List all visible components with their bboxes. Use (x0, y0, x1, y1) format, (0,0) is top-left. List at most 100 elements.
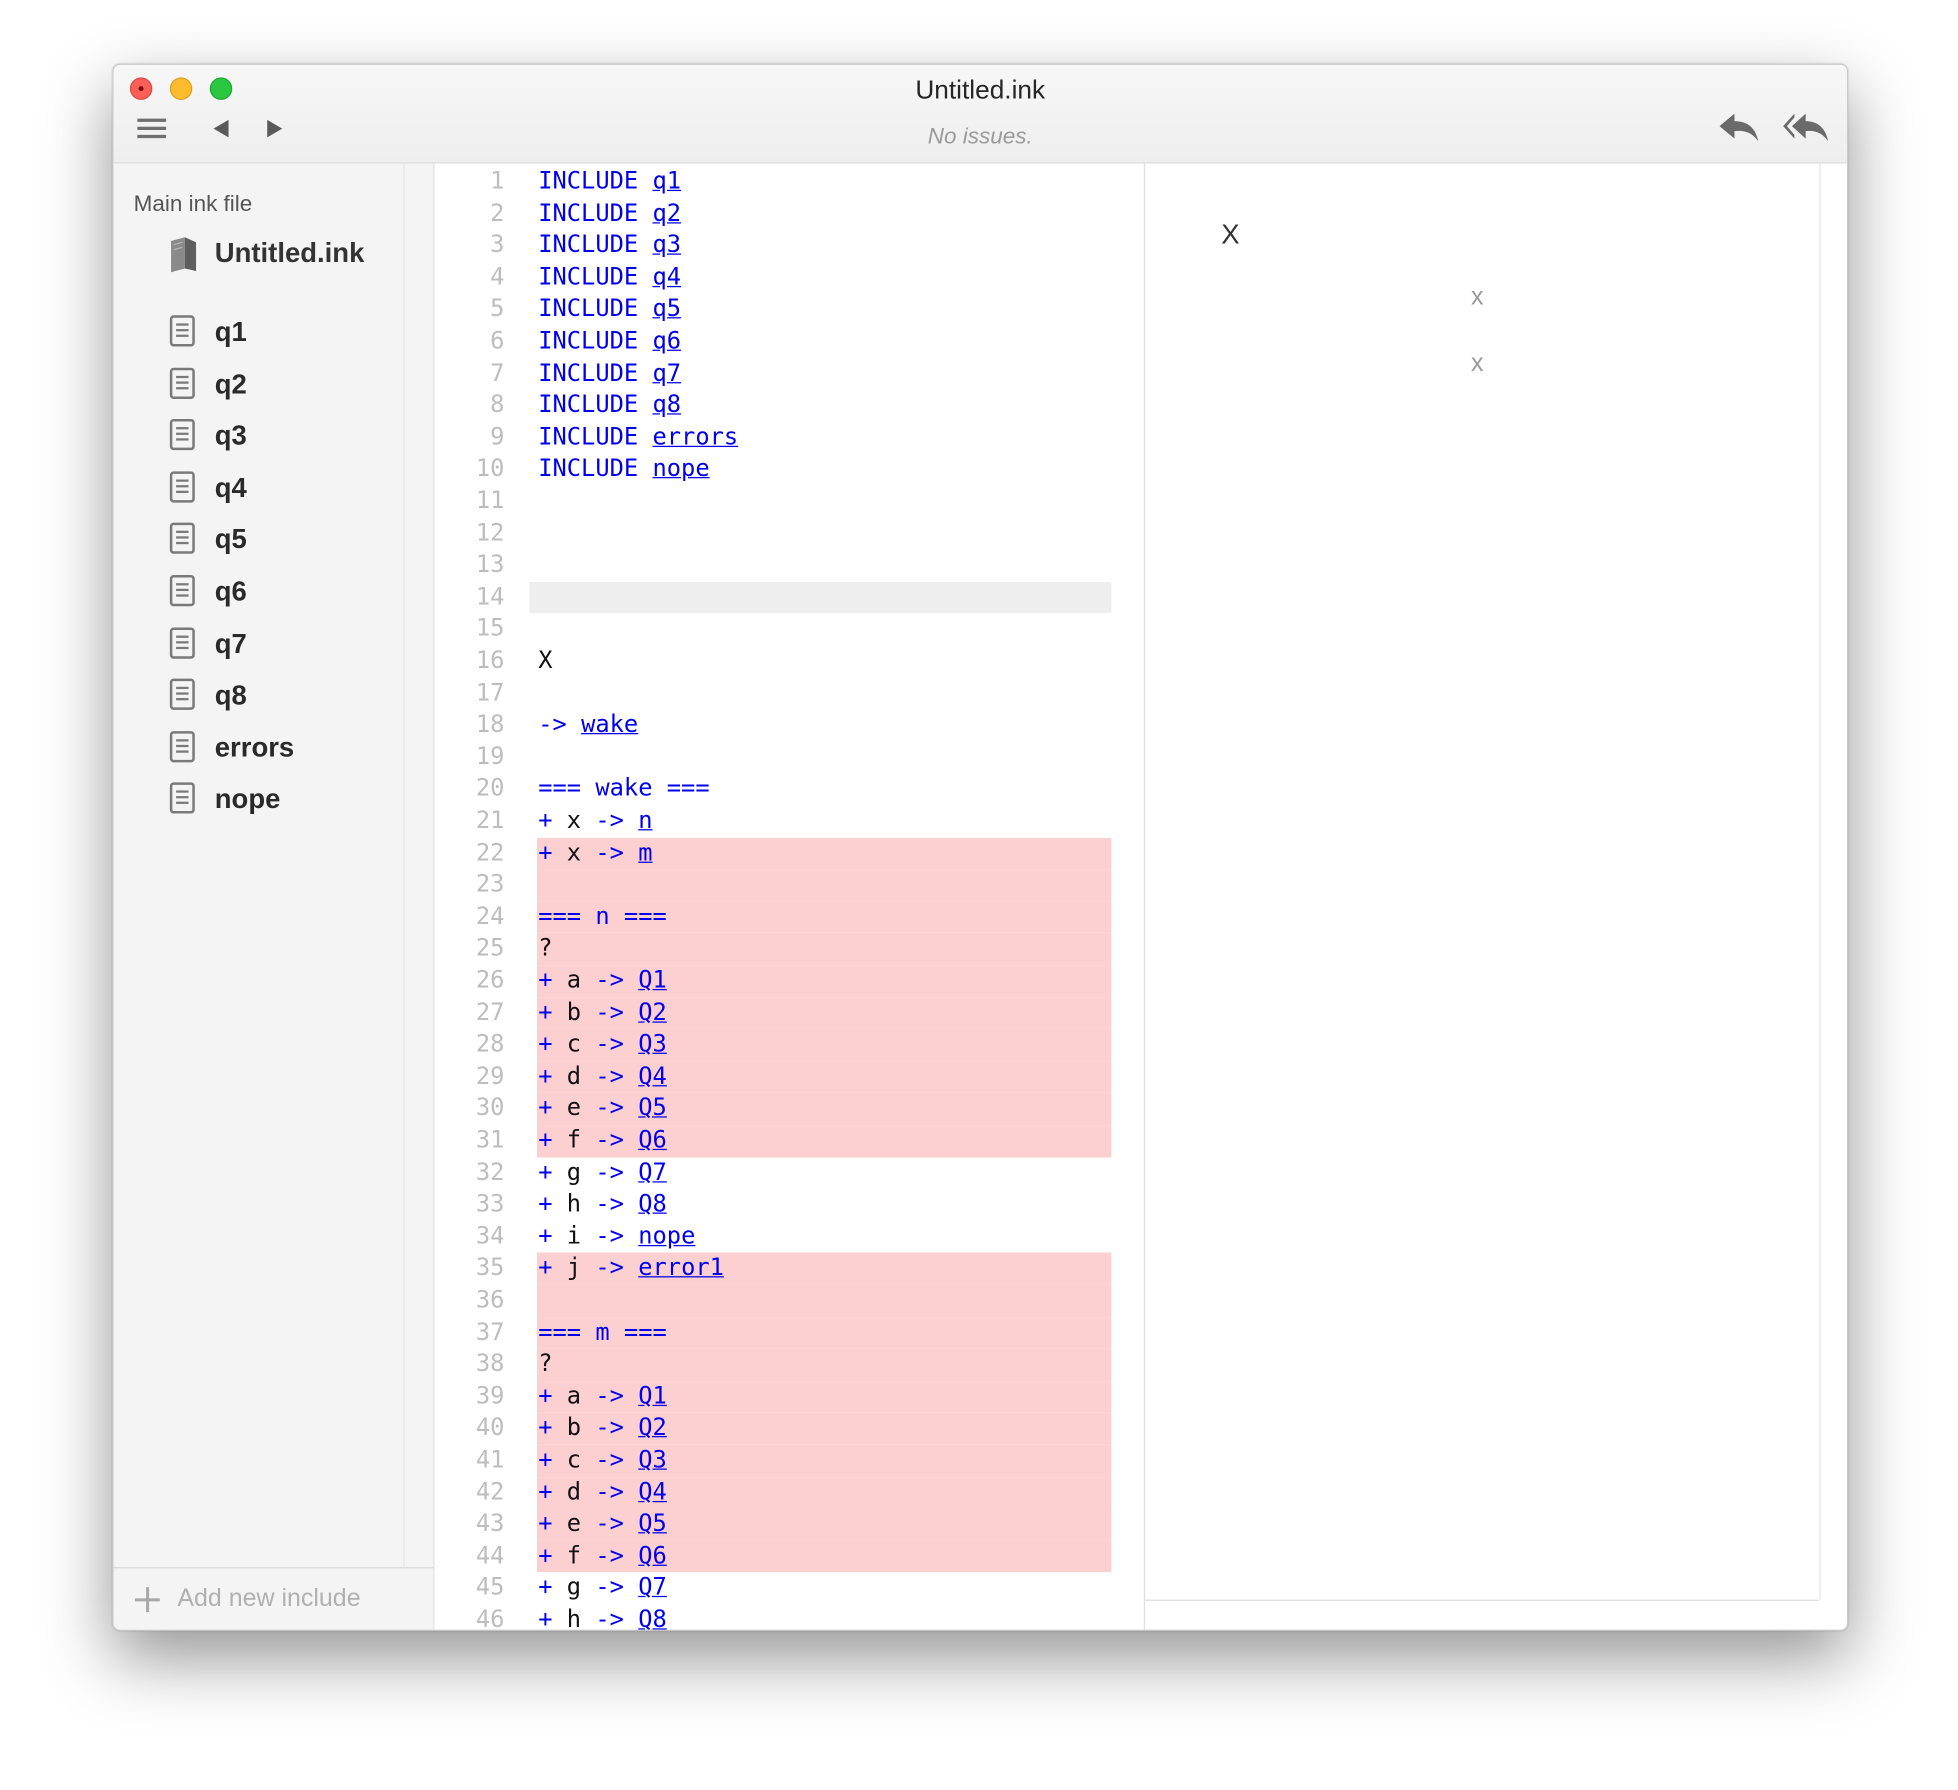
code-line[interactable]: 15 (435, 614, 1112, 646)
story-choice[interactable]: x (1471, 350, 1483, 379)
include-file-item[interactable]: q1 (169, 311, 394, 353)
code-link[interactable]: Q6 (638, 1542, 667, 1569)
code-link[interactable]: Q2 (638, 998, 667, 1025)
code-link[interactable]: Q7 (638, 1158, 667, 1185)
double-undo-arrow-icon[interactable] (1782, 110, 1832, 145)
code-line[interactable]: 6 INCLUDE q6 (435, 326, 1112, 358)
include-file-item[interactable]: errors (169, 727, 394, 769)
story-choice[interactable]: x (1471, 283, 1483, 312)
code-line[interactable]: 4 INCLUDE q4 (435, 262, 1112, 294)
include-file-item[interactable]: q3 (169, 415, 394, 457)
undo-arrow-icon[interactable] (1717, 110, 1762, 145)
code-line-error[interactable]: 44 + f -> Q6 (435, 1540, 1112, 1573)
code-link[interactable]: q3 (652, 231, 681, 258)
code-line[interactable]: 10 INCLUDE nope (435, 454, 1112, 486)
triangle-left-icon[interactable] (211, 117, 231, 139)
include-file-item[interactable]: q2 (169, 363, 394, 405)
code-line-error[interactable]: 26 + a -> Q1 (435, 965, 1112, 998)
code-link[interactable]: error1 (638, 1254, 724, 1281)
code-link[interactable]: q6 (652, 327, 681, 354)
include-file-item[interactable]: q7 (169, 623, 394, 665)
code-link[interactable]: nope (652, 455, 709, 482)
code-link[interactable]: wake (581, 711, 638, 738)
code-link[interactable]: Q3 (638, 1030, 667, 1057)
code-line-error[interactable]: 41 + c -> Q3 (435, 1444, 1112, 1477)
code-link[interactable]: Q5 (638, 1510, 667, 1537)
code-line-error[interactable]: 37 === m === (435, 1316, 1112, 1349)
code-link[interactable]: Q4 (638, 1478, 667, 1505)
include-file-item[interactable]: q6 (169, 571, 394, 613)
include-file-item[interactable]: q8 (169, 675, 394, 717)
code-line[interactable]: 11 (435, 486, 1112, 518)
code-line-error[interactable]: 24 === n === (435, 901, 1112, 934)
code-line[interactable]: 32 + g -> Q7 (435, 1157, 1112, 1189)
code-line-error[interactable]: 29 + d -> Q4 (435, 1061, 1112, 1094)
code-line-error[interactable]: 42 + d -> Q4 (435, 1476, 1112, 1509)
code-line[interactable]: 17 (435, 678, 1112, 710)
code-line[interactable]: 16 X (435, 646, 1112, 678)
code-line[interactable]: 1 INCLUDE q1 (435, 166, 1112, 198)
code-link[interactable]: Q5 (638, 1094, 667, 1121)
code-line[interactable]: 33 + h -> Q8 (435, 1189, 1112, 1221)
code-line-error[interactable]: 28 + c -> Q3 (435, 1029, 1112, 1062)
code-link[interactable]: Q8 (638, 1606, 667, 1630)
code-link[interactable]: m (638, 839, 652, 866)
code-link[interactable]: q5 (652, 295, 681, 322)
code-link[interactable]: Q3 (638, 1446, 667, 1473)
main-ink-file-item[interactable]: Untitled.ink (169, 234, 419, 276)
code-line[interactable]: 21 + x -> n (435, 805, 1112, 837)
code-link[interactable]: q1 (652, 167, 681, 194)
code-line-error[interactable]: 38? (435, 1348, 1112, 1381)
code-line[interactable]: 20 === wake === (435, 773, 1112, 805)
code-link[interactable]: Q1 (638, 967, 667, 994)
add-include-bar[interactable]: Add new include (113, 1567, 434, 1630)
code-link[interactable]: Q7 (638, 1574, 667, 1601)
code-line[interactable]: 9 INCLUDE errors (435, 422, 1112, 454)
code-link[interactable]: Q2 (638, 1414, 667, 1441)
code-line[interactable]: 14 (435, 581, 1112, 614)
code-line-error[interactable]: 43 + e -> Q5 (435, 1508, 1112, 1541)
code-line[interactable]: 2 INCLUDE q2 (435, 198, 1112, 230)
hamburger-icon[interactable] (136, 115, 168, 142)
code-line[interactable]: 18 -> wake (435, 710, 1112, 742)
code-line-error[interactable]: 36 (435, 1284, 1112, 1317)
code-line[interactable]: 5 INCLUDE q5 (435, 294, 1112, 326)
code-line-error[interactable]: 39 + a -> Q1 (435, 1380, 1112, 1413)
code-link[interactable]: n (638, 807, 652, 834)
code-line-error[interactable]: 35 + j -> error1 (435, 1252, 1112, 1285)
code-line[interactable]: 46 + h -> Q8 (435, 1605, 1112, 1630)
player-scrollbar[interactable] (1819, 163, 1821, 1600)
code-link[interactable]: nope (638, 1222, 695, 1249)
code-link[interactable]: Q4 (638, 1062, 667, 1089)
code-line[interactable]: 12 (435, 518, 1112, 550)
code-link[interactable]: q8 (652, 391, 681, 418)
code-line-error[interactable]: 25? (435, 933, 1112, 966)
code-line[interactable]: 34 + i -> nope (435, 1221, 1112, 1253)
code-line[interactable]: 19 (435, 741, 1112, 773)
triangle-right-icon[interactable] (265, 117, 285, 139)
code-line-error[interactable]: 40 + b -> Q2 (435, 1412, 1112, 1445)
include-file-item[interactable]: q4 (169, 467, 394, 509)
code-line-error[interactable]: 22 + x -> m (435, 837, 1112, 870)
code-line-error[interactable]: 23 (435, 869, 1112, 902)
code-link[interactable]: Q6 (638, 1126, 667, 1153)
include-file-item[interactable]: nope (169, 778, 394, 820)
include-file-label: q5 (214, 523, 247, 555)
code-line-error[interactable]: 27 + b -> Q2 (435, 997, 1112, 1030)
code-link[interactable]: q7 (652, 359, 681, 386)
code-line-error[interactable]: 31 + f -> Q6 (435, 1125, 1112, 1158)
code-link[interactable]: q2 (652, 199, 681, 226)
code-line-error[interactable]: 30 + e -> Q5 (435, 1093, 1112, 1126)
code-line[interactable]: 8 INCLUDE q8 (435, 390, 1112, 422)
include-file-item[interactable]: q5 (169, 519, 394, 561)
code-link[interactable]: errors (652, 423, 738, 450)
code-line[interactable]: 13 (435, 550, 1112, 582)
code-link[interactable]: Q1 (638, 1382, 667, 1409)
code-line[interactable]: 3 INCLUDE q3 (435, 230, 1112, 262)
code-line[interactable]: 45 + g -> Q7 (435, 1573, 1112, 1605)
code-link[interactable]: Q8 (638, 1190, 667, 1217)
code-text: + g -> Q7 (538, 1573, 667, 1605)
code-line[interactable]: 7 INCLUDE q7 (435, 358, 1112, 390)
code-editor[interactable]: 1 INCLUDE q1 2 INCLUDE q2 3 INCLUDE q3 4 INCLUD… (434, 163, 1143, 1630)
code-link[interactable]: q4 (652, 263, 681, 290)
